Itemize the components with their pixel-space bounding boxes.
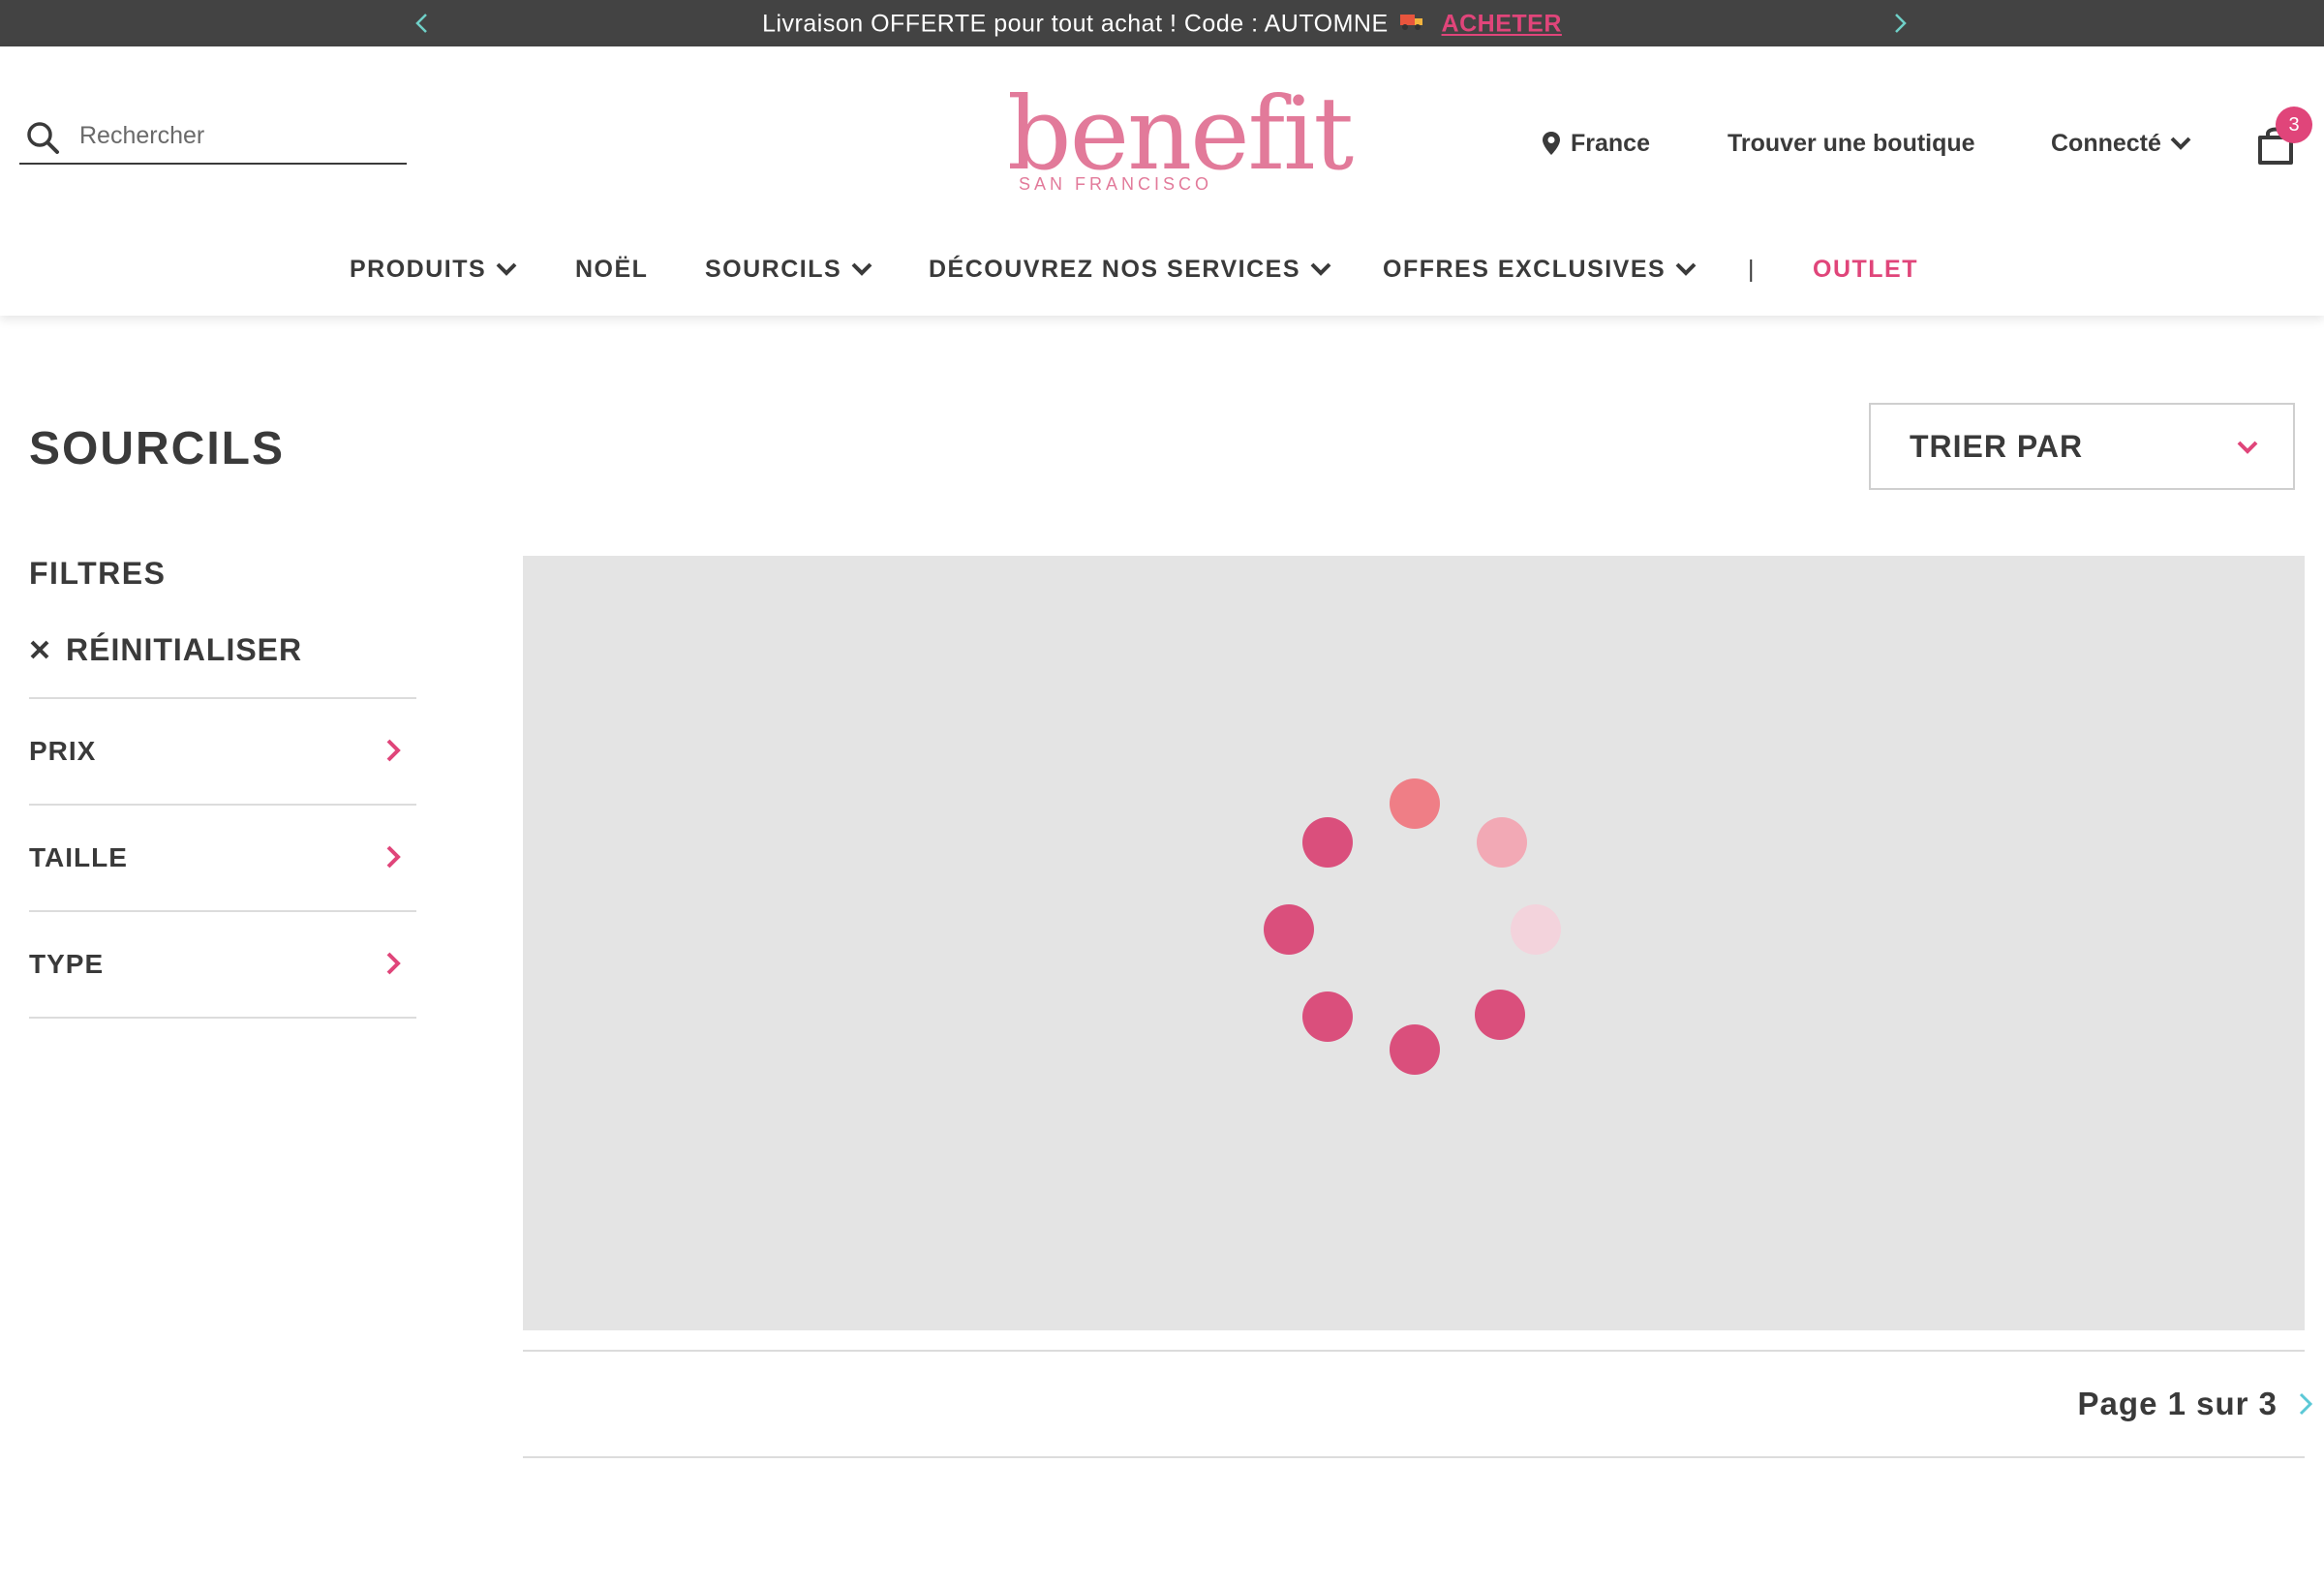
facet-label: TYPE: [29, 949, 105, 979]
spinner-dot: [1390, 778, 1440, 829]
search-box[interactable]: [19, 112, 407, 165]
reset-filters-button[interactable]: RÉINITIALISER: [29, 627, 302, 672]
reset-label: RÉINITIALISER: [66, 631, 303, 667]
search-icon[interactable]: [25, 120, 60, 160]
logo-subtitle: SAN FRANCISCO: [1019, 174, 1213, 194]
promo-message: Livraison OFFERTE pour tout achat ! Code…: [762, 10, 1389, 38]
country-label: France: [1571, 129, 1650, 157]
pagination-divider: [523, 1350, 2305, 1352]
nav-item-label: NOËL: [575, 256, 649, 283]
spinner-dot: [1264, 904, 1314, 955]
account-label: Connecté: [2051, 129, 2161, 157]
spinner-dot: [1477, 817, 1527, 868]
spinner-dot: [1390, 1024, 1440, 1075]
chevron-right-icon[interactable]: [1886, 10, 1913, 37]
chevron-right-icon: [386, 845, 401, 869]
logo-wordmark: benefit: [1007, 75, 1354, 193]
filter-facet-taille[interactable]: TAILLE: [29, 804, 416, 910]
sort-label: TRIER PAR: [1910, 429, 2084, 464]
store-locator-link[interactable]: Trouver une boutique: [1728, 124, 1975, 163]
chevron-down-icon: [2237, 441, 2258, 454]
account-menu[interactable]: Connecté: [2051, 124, 2192, 163]
nav-item-offres[interactable]: OFFRES EXCLUSIVES: [1383, 240, 1697, 298]
nav-item-label: DÉCOUVREZ NOS SERVICES: [929, 256, 1301, 283]
pagination-label: Page 1 sur 3: [2077, 1386, 2278, 1421]
site-header: benefit SAN FRANCISCO France Trouver une…: [0, 46, 2324, 316]
location-pin-icon: [1543, 132, 1560, 155]
chevron-right-icon: [386, 952, 401, 975]
chevron-down-icon: [851, 262, 872, 276]
product-grid-loading: [523, 556, 2305, 1330]
nav-item-sourcils[interactable]: SOURCILS: [705, 240, 872, 298]
cart-count-badge: 3: [2276, 107, 2312, 143]
chevron-down-icon: [2170, 137, 2191, 150]
chevron-down-icon: [1310, 262, 1331, 276]
next-page-icon[interactable]: [2297, 1390, 2314, 1418]
chevron-down-icon: [496, 262, 517, 276]
pagination-divider: [523, 1456, 2305, 1458]
page-title: SOURCILS: [29, 423, 286, 474]
nav-divider: |: [1748, 240, 1756, 298]
country-selector[interactable]: France: [1542, 124, 1650, 163]
chevron-down-icon: [1675, 262, 1697, 276]
filters-title: FILTRES: [29, 556, 167, 591]
filter-facet-prix[interactable]: PRIX: [29, 697, 416, 804]
main-nav: PRODUITS NOËL SOURCILS DÉCOUVREZ NOS SER…: [0, 240, 2324, 298]
cart-button[interactable]: 3: [2256, 107, 2314, 170]
pagination: Page 1 sur 3: [2034, 1381, 2314, 1427]
nav-item-produits[interactable]: PRODUITS: [350, 240, 517, 298]
spinner-dot: [1511, 904, 1561, 955]
nav-item-label: OUTLET: [1813, 256, 1918, 283]
filter-facet-type[interactable]: TYPE: [29, 910, 416, 1017]
filter-divider: [29, 1017, 416, 1019]
store-locator-label: Trouver une boutique: [1728, 129, 1975, 157]
close-icon: [30, 640, 49, 659]
benefit-logo[interactable]: benefit SAN FRANCISCO: [1007, 83, 1354, 209]
chevron-right-icon: [386, 739, 401, 762]
search-input[interactable]: [79, 118, 389, 153]
spinner-dot: [1302, 991, 1353, 1042]
nav-item-services[interactable]: DÉCOUVREZ NOS SERVICES: [929, 240, 1331, 298]
facet-label: TAILLE: [29, 842, 128, 872]
promo-bar: Livraison OFFERTE pour tout achat ! Code…: [0, 0, 2324, 46]
spinner-dot: [1302, 817, 1353, 868]
nav-item-label: OFFRES EXCLUSIVES: [1383, 256, 1667, 283]
nav-item-noel[interactable]: NOËL: [575, 240, 648, 298]
sort-dropdown[interactable]: TRIER PAR: [1869, 403, 2295, 490]
facet-label: PRIX: [29, 736, 97, 766]
nav-divider-label: |: [1748, 256, 1756, 283]
truck-icon: [1399, 0, 1424, 46]
nav-item-label: SOURCILS: [705, 256, 842, 283]
nav-item-outlet[interactable]: OUTLET: [1813, 240, 1918, 298]
nav-item-label: PRODUITS: [350, 256, 487, 283]
spinner-dot: [1475, 990, 1525, 1040]
promo-shop-link[interactable]: ACHETER: [1442, 11, 1562, 38]
promo-message-row: Livraison OFFERTE pour tout achat ! Code…: [0, 0, 2324, 46]
